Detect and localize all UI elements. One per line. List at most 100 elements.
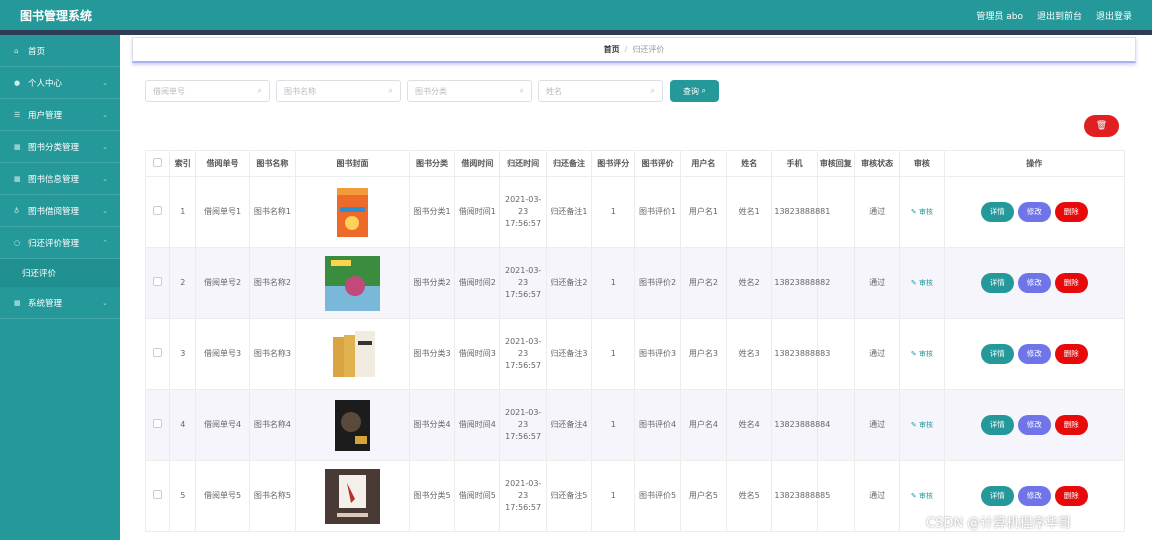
search-icon: ⌕	[519, 86, 524, 95]
delete-button[interactable]: 删除	[1054, 486, 1088, 506]
row-checkbox[interactable]	[153, 276, 163, 286]
breadcrumb-separator: /	[624, 45, 628, 54]
cell-username: 用户名5	[679, 460, 728, 532]
cell-book-name: 图书名称1	[248, 176, 297, 248]
cell-borrow-time: 借阅时间1	[454, 176, 501, 248]
delete-button[interactable]: 删除	[1054, 202, 1088, 222]
grid-icon: ▦	[14, 142, 21, 151]
cell-book-name: 图书名称5	[248, 460, 297, 532]
cell-return-time: 2021-03-23 17:56:57	[499, 247, 547, 319]
edit-button[interactable]: 修改	[1017, 344, 1051, 364]
row-actions: 详情 修改 删除	[947, 202, 1122, 222]
search-name-input[interactable]: 姓名 ⌕	[538, 80, 663, 102]
audit-link[interactable]: ✎ 审核	[911, 279, 933, 287]
batch-delete-button[interactable]: 🗑	[1084, 115, 1119, 137]
column-header: 借阅时间	[454, 150, 501, 177]
select-all-checkbox[interactable]	[153, 158, 163, 167]
cell-name: 姓名5	[726, 460, 773, 532]
column-header: 审核	[899, 150, 945, 177]
detail-button[interactable]: 详情	[980, 202, 1014, 222]
column-header: 操作	[943, 150, 1126, 177]
delete-button[interactable]: 删除	[1054, 273, 1088, 293]
cell-cover	[295, 318, 410, 390]
detail-button[interactable]: 详情	[980, 486, 1014, 506]
detail-button[interactable]: 详情	[980, 344, 1014, 364]
grid-icon: ▦	[14, 174, 21, 183]
search-bar: 借阅单号 ⌕ 图书名称 ⌕ 图书分类 ⌕ 姓名 ⌕ 查询 ⌕	[145, 80, 719, 102]
column-header: 图书分类	[408, 150, 456, 177]
book-cover-image	[332, 330, 375, 377]
row-checkbox[interactable]	[153, 418, 163, 428]
cell-phone: 13823888884	[771, 389, 830, 461]
cell-borrow-time: 借阅时间5	[454, 460, 501, 532]
cell-audit-status: 通过	[853, 247, 901, 319]
edit-button[interactable]: 修改	[1017, 202, 1051, 222]
sidebar-subitem-return-review[interactable]: 归还评价	[0, 259, 120, 287]
sidebar-item-return-review[interactable]: ○ 归还评价管理 ⌃	[0, 227, 120, 259]
user-icon: ●	[14, 78, 21, 87]
sidebar-item-system[interactable]: ▦ 系统管理 ⌄	[0, 287, 120, 319]
cell-return-note: 归还备注4	[545, 389, 593, 461]
book-cover-image	[324, 468, 380, 524]
edit-button[interactable]: 修改	[1017, 415, 1051, 435]
sidebar-item-home[interactable]: ⌂ 首页	[0, 35, 120, 67]
cell-audit-status: 通过	[853, 318, 901, 390]
edit-icon: ✎	[910, 350, 917, 358]
search-icon: ⌕	[650, 86, 655, 95]
column-header: 姓名	[726, 150, 773, 177]
goto-frontend-link[interactable]: 退出到前台	[1037, 9, 1082, 22]
column-header: 归还时间	[499, 150, 547, 177]
query-button[interactable]: 查询 ⌕	[670, 80, 719, 102]
cell-audit-status: 通过	[853, 460, 901, 532]
breadcrumb-home[interactable]: 首页	[604, 44, 620, 55]
edit-icon: ✎	[910, 208, 917, 216]
grid-icon: ▦	[14, 298, 21, 307]
search-category-input[interactable]: 图书分类 ⌕	[407, 80, 532, 102]
detail-button[interactable]: 详情	[980, 415, 1014, 435]
column-header: 审核状态	[853, 150, 901, 177]
sidebar-item-borrow[interactable]: ♁ 图书借阅管理 ⌄	[0, 195, 120, 227]
chevron-down-icon: ⌄	[102, 110, 108, 119]
sidebar-item-book-category[interactable]: ▦ 图书分类管理 ⌄	[0, 131, 120, 163]
edit-button[interactable]: 修改	[1017, 486, 1051, 506]
top-bar: 图书管理系统 管理员 abo 退出到前台 退出登录	[0, 0, 1152, 30]
cell-cover	[295, 460, 410, 532]
column-header: 手机	[771, 150, 818, 177]
cell-username: 用户名2	[679, 247, 728, 319]
select-all-cell	[144, 150, 171, 177]
search-borrow-no-input[interactable]: 借阅单号 ⌕	[145, 80, 270, 102]
cell-audit: ✎ 审核	[899, 318, 945, 390]
cell-return-note: 归还备注2	[545, 247, 593, 319]
row-checkbox[interactable]	[153, 347, 163, 357]
audit-link[interactable]: ✎ 审核	[911, 421, 933, 429]
search-icon: ⌕	[257, 86, 262, 95]
audit-link[interactable]: ✎ 审核	[911, 350, 933, 358]
audit-link[interactable]: ✎ 审核	[911, 208, 933, 216]
edit-button[interactable]: 修改	[1017, 273, 1051, 293]
table-row: 2 借阅单号2 图书名称2 图书分类2 借阅时间2 2021-03-23 17:…	[144, 247, 1126, 319]
audit-link[interactable]: ✎ 审核	[911, 492, 933, 500]
cell-borrow-no: 借阅单号2	[195, 247, 250, 319]
row-actions: 详情 修改 删除	[947, 344, 1122, 364]
cell-audit: ✎ 审核	[899, 247, 945, 319]
sidebar-item-profile[interactable]: ● 个人中心 ⌄	[0, 67, 120, 99]
delete-button[interactable]: 删除	[1054, 415, 1088, 435]
detail-button[interactable]: 详情	[980, 273, 1014, 293]
circle-icon: ○	[14, 238, 21, 247]
chevron-up-icon: ⌃	[102, 238, 108, 247]
cell-phone: 13823888882	[771, 247, 830, 319]
sidebar-item-book-info[interactable]: ▦ 图书信息管理 ⌄	[0, 163, 120, 195]
cell-actions: 详情 修改 删除	[943, 389, 1126, 461]
delete-button[interactable]: 删除	[1054, 344, 1088, 364]
cell-score: 1	[591, 389, 636, 461]
row-checkbox[interactable]	[153, 489, 163, 499]
top-actions: 管理员 abo 退出到前台 退出登录	[976, 9, 1132, 22]
logout-link[interactable]: 退出登录	[1096, 9, 1132, 22]
sidebar-item-users[interactable]: ☰ 用户管理 ⌄	[0, 99, 120, 131]
admin-user-label[interactable]: 管理员 abo	[976, 9, 1023, 22]
search-book-name-input[interactable]: 图书名称 ⌕	[276, 80, 401, 102]
row-checkbox[interactable]	[153, 205, 163, 215]
cell-name: 姓名3	[726, 318, 773, 390]
cell-evaluation: 图书评价1	[634, 176, 681, 248]
column-header: 索引	[169, 150, 197, 177]
